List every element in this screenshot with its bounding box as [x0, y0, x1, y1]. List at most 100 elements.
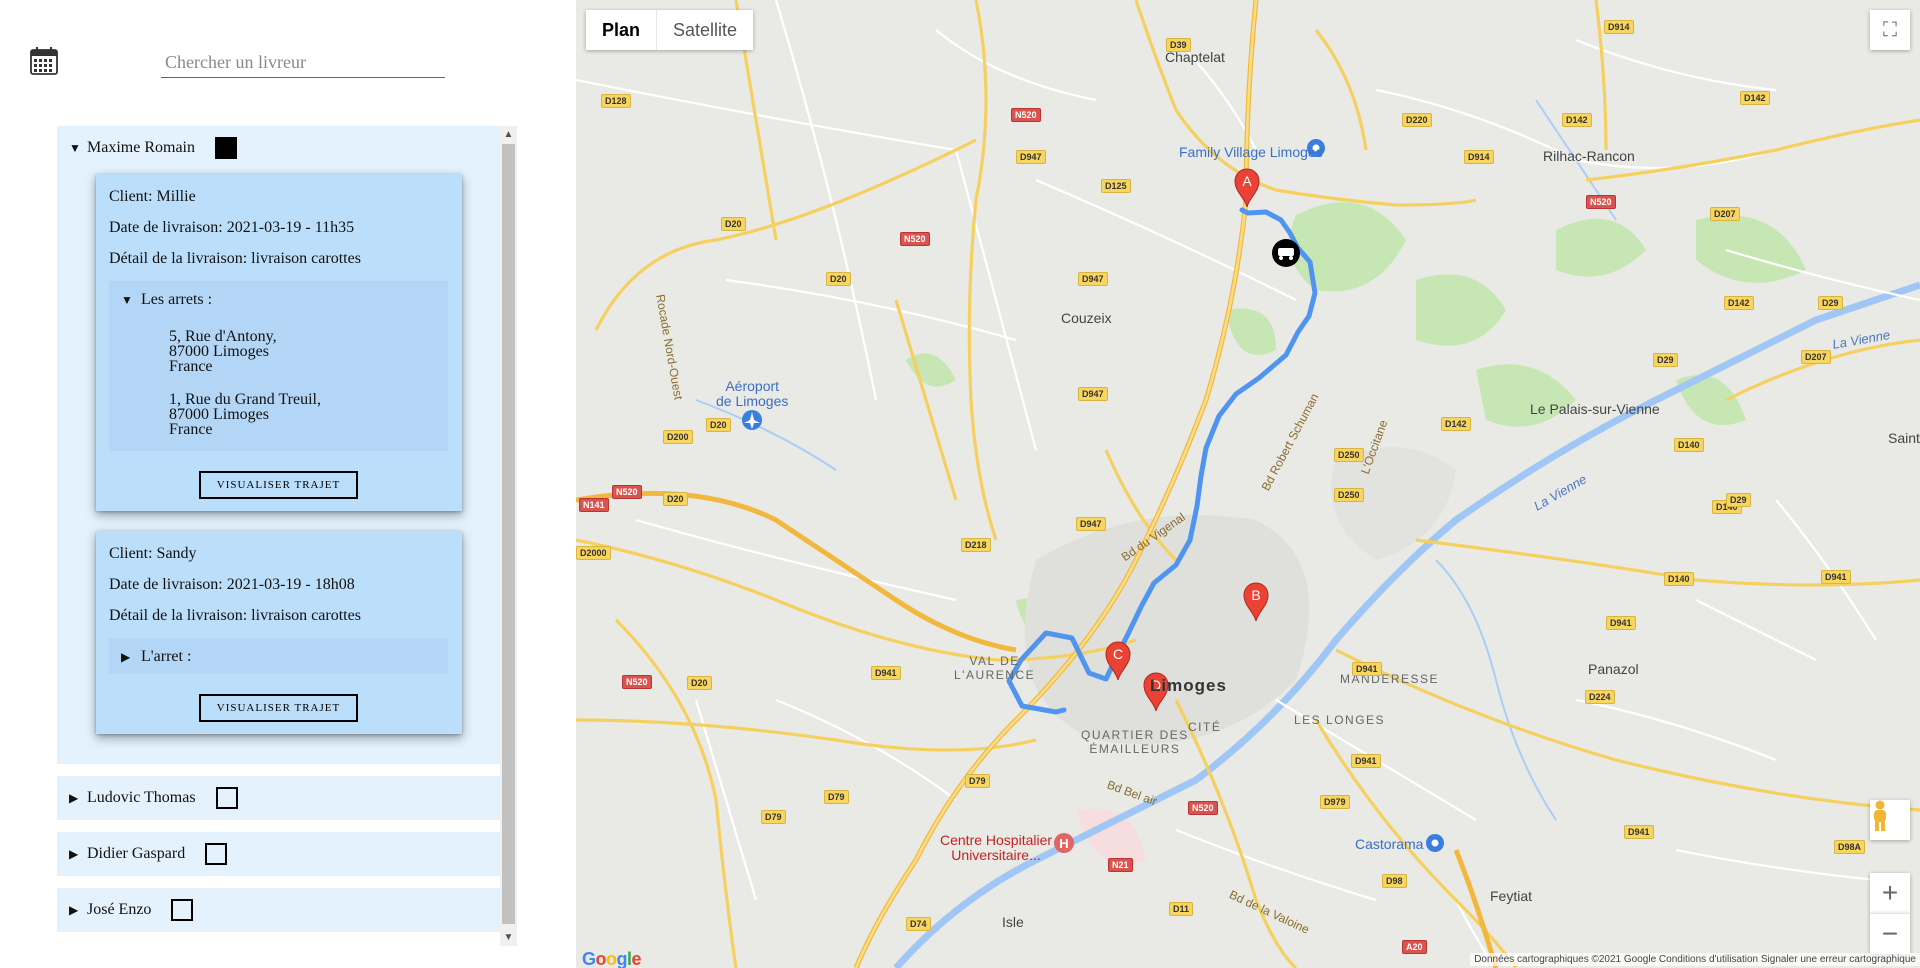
driver-color-swatch: [171, 899, 194, 921]
map-type-satellite-button[interactable]: Satellite: [656, 10, 753, 50]
road-shield: N520: [900, 232, 930, 246]
driver-color-swatch: [215, 787, 238, 809]
street-view-pegman-icon[interactable]: [1870, 800, 1910, 840]
scroll-down-arrow-icon[interactable]: ▼: [500, 929, 517, 946]
road-shield: D941: [871, 666, 901, 680]
search-box: [161, 48, 445, 78]
driver-list: ▼ Maxime Romain Client: Millie Date de l…: [57, 126, 501, 946]
road-shield: D250: [1334, 448, 1364, 462]
road-shield: D914: [1464, 150, 1494, 164]
route-marker-a-icon[interactable]: A: [1234, 168, 1260, 208]
road-shield: D250: [1334, 488, 1364, 502]
driver-header-didier-gaspard[interactable]: ▶ Didier Gaspard: [57, 832, 501, 876]
delivery-card: Client: Millie Date de livraison: 2021-0…: [96, 174, 462, 511]
map-view[interactable]: H ABCD Chaptelat Rilhac-Rancon Couzeix L…: [576, 0, 1920, 968]
delivery-date: Date de livraison: 2021-03-19 - 11h35: [109, 219, 355, 236]
driver-header-ludovic-thomas[interactable]: ▶ Ludovic Thomas: [57, 776, 501, 820]
poi-label: Castorama: [1355, 836, 1424, 852]
road-shield: D941: [1351, 754, 1381, 768]
driver-color-swatch: [205, 843, 228, 865]
road-shield: A20: [1402, 940, 1427, 954]
road-shield: D941: [1624, 825, 1654, 839]
route-marker-b-icon[interactable]: B: [1243, 582, 1269, 622]
poi-label: Family Village Limoges: [1179, 144, 1323, 160]
place-label: Feytiat: [1490, 888, 1533, 904]
driver-name: Ludovic Thomas: [87, 789, 196, 806]
district-label: VAL DE L'AURENCE: [954, 654, 1036, 682]
hospital-pin-icon[interactable]: H: [1054, 833, 1074, 853]
road-shield: D79: [824, 790, 849, 804]
zoom-in-button[interactable]: +: [1870, 873, 1910, 913]
road-shield: D39: [1166, 38, 1191, 52]
google-logo: Google: [582, 949, 642, 968]
road-shield: D140: [1664, 572, 1694, 586]
delivery-detail: Détail de la livraison: livraison carott…: [109, 250, 361, 267]
road-shield: D224: [1585, 690, 1615, 704]
stop-address: 5, Rue d'Antony, 87000 Limoges France: [169, 329, 436, 375]
delivery-client: Client: Sandy: [109, 545, 197, 562]
stops-toggle[interactable]: ▶ L'arret :: [121, 648, 436, 666]
driver-name: Maxime Romain: [87, 139, 195, 156]
fullscreen-icon[interactable]: ⛶: [1870, 10, 1910, 50]
vehicle-icon[interactable]: [1272, 239, 1300, 267]
road-shield: D947: [1016, 150, 1046, 164]
delivery-client: Client: Millie: [109, 188, 196, 205]
road-shield: D20: [706, 418, 731, 432]
visualize-route-button[interactable]: VISUALISER TRAJET: [198, 471, 359, 499]
road-shield: D74: [906, 917, 931, 931]
road-shield: N520: [612, 485, 642, 499]
map-attribution[interactable]: Données cartographiques ©2021 Google Con…: [1470, 953, 1920, 966]
road-shield: D947: [1078, 272, 1108, 286]
road-shield: D941: [1352, 662, 1382, 676]
address-line: 1, Rue du Grand Treuil,: [169, 391, 321, 408]
calendar-icon[interactable]: [30, 47, 58, 75]
collapsed-triangle-icon: ▶: [69, 790, 79, 805]
road-shield: D207: [1801, 350, 1831, 364]
svg-text:A: A: [1242, 173, 1252, 189]
road-shield: D941: [1606, 616, 1636, 630]
road-shield: D947: [1078, 387, 1108, 401]
road-shield: D79: [965, 774, 990, 788]
zoom-out-button[interactable]: −: [1870, 913, 1910, 954]
scrollbar-thumb[interactable]: [502, 144, 515, 924]
delivery-date: Date de livraison: 2021-03-19 - 18h08: [109, 576, 355, 593]
place-label: Le Palais-sur-Vienne: [1530, 401, 1660, 417]
delivery-card: Client: Sandy Date de livraison: 2021-03…: [96, 531, 462, 734]
driver-name: José Enzo: [87, 901, 152, 918]
road-shield: D941: [1821, 570, 1851, 584]
airport-pin-icon[interactable]: [742, 410, 762, 430]
district-label: QUARTIER DES ÉMAILLEURS: [1081, 728, 1189, 756]
scroll-up-arrow-icon[interactable]: ▲: [500, 126, 517, 143]
address-line: France: [169, 358, 213, 375]
driver-color-swatch: [214, 137, 237, 159]
road-shield: D20: [826, 272, 851, 286]
place-label: Rilhac-Rancon: [1543, 148, 1635, 164]
stops-section: ▶ L'arret :: [109, 638, 448, 674]
visualize-route-button[interactable]: VISUALISER TRAJET: [198, 694, 359, 722]
driver-list-scrollbar[interactable]: ▲ ▼: [500, 126, 517, 946]
expanded-triangle-icon: ▼: [121, 292, 133, 307]
poi-label: Aéroport de Limoges: [716, 378, 789, 409]
place-label: Panazol: [1588, 661, 1639, 677]
delivery-detail: Détail de la livraison: livraison carott…: [109, 607, 361, 624]
road-shield: D20: [663, 492, 688, 506]
place-label: Saint-: [1888, 430, 1920, 446]
collapsed-triangle-icon: ▶: [69, 902, 79, 917]
driver-header-maxime-romain[interactable]: ▼ Maxime Romain: [57, 126, 501, 170]
castorama-pin-icon[interactable]: [1426, 834, 1444, 852]
search-input[interactable]: [161, 48, 445, 78]
stops-label: L'arret :: [141, 648, 192, 665]
svg-text:C: C: [1113, 646, 1123, 662]
driver-header-jose-enzo[interactable]: ▶ José Enzo: [57, 888, 501, 932]
stops-toggle[interactable]: ▼ Les arrets :: [121, 291, 436, 309]
place-label: Limoges: [1150, 676, 1227, 695]
stops-section: ▼ Les arrets : 5, Rue d'Antony, 87000 Li…: [109, 281, 448, 451]
collapsed-triangle-icon: ▶: [69, 846, 79, 861]
address-line: 87000 Limoges: [169, 343, 269, 360]
district-label: CITÉ: [1188, 720, 1222, 734]
route-marker-c-icon[interactable]: C: [1105, 641, 1131, 681]
expanded-triangle-icon: ▼: [69, 140, 81, 155]
road-shield: D142: [1562, 113, 1592, 127]
map-type-control: Plan Satellite: [586, 10, 754, 50]
map-type-plan-button[interactable]: Plan: [586, 10, 656, 50]
